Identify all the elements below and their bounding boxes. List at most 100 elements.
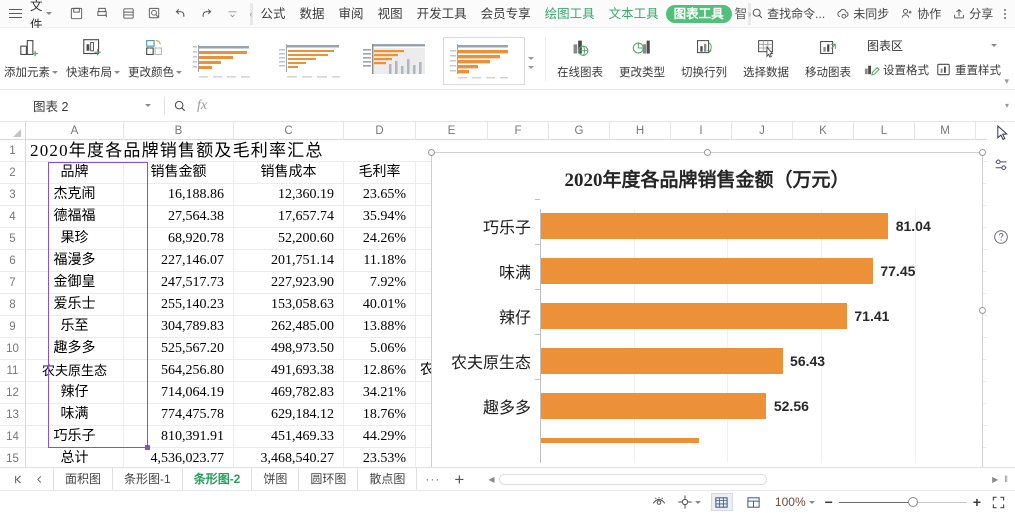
row-header[interactable]: 2	[0, 162, 26, 184]
tab-drawing-tools[interactable]: 绘图工具	[538, 0, 602, 28]
zoom-slider[interactable]: − +	[825, 495, 981, 509]
format-selection-button[interactable]: 设置格式	[863, 61, 929, 78]
cell-brand[interactable]: 爱乐士	[26, 294, 124, 316]
column-header-L[interactable]: L	[854, 122, 915, 140]
cell-margin[interactable]: 40.01%	[344, 294, 416, 316]
cell-margin[interactable]: 5.06%	[344, 338, 416, 360]
cell-brand-total[interactable]: 总计	[26, 448, 124, 467]
cell-cost[interactable]: 498,973.50	[234, 338, 344, 360]
header-cell-cost[interactable]: 销售成本	[234, 162, 344, 184]
chart-resize-handle[interactable]	[979, 149, 986, 156]
row-header[interactable]: 4	[0, 206, 26, 228]
redo-icon[interactable]	[194, 2, 219, 26]
move-chart-button[interactable]: 移动图表	[797, 31, 859, 87]
cell-brand[interactable]: 趣多多	[26, 338, 124, 360]
help-button[interactable]	[987, 220, 1015, 254]
cell-brand[interactable]: 福漫多	[26, 250, 124, 272]
cell-brand[interactable]: 农夫原生态	[26, 360, 124, 382]
chart-settings-button[interactable]	[987, 148, 1015, 182]
prev-sheet-icon[interactable]	[34, 473, 45, 486]
bar[interactable]	[541, 348, 783, 374]
cell-amount-total[interactable]: 4,536,023.77	[124, 448, 234, 467]
bar-row[interactable]: 农夫原生态 56.43	[451, 334, 966, 374]
row-header[interactable]: 13	[0, 404, 26, 426]
bar-row[interactable]: 巧乐子 81.04	[483, 199, 966, 239]
zoom-slider-track[interactable]	[838, 496, 967, 507]
bar-row-clipped[interactable]	[540, 438, 966, 464]
add-element-button[interactable]: 添加元素	[0, 31, 62, 87]
pan-tool-button[interactable]	[677, 494, 701, 510]
chart-plot-area[interactable]: 巧乐子 81.04 味满 77.45 辣仔 71.41 农夫原生态 56.43	[451, 199, 966, 464]
tabs-scroll-left-button[interactable]: ‹	[249, 2, 253, 25]
find-icon[interactable]	[142, 2, 167, 26]
row-header[interactable]: 6	[0, 250, 26, 272]
select-data-button[interactable]: 选择数据	[735, 31, 797, 87]
row-header[interactable]: 9	[0, 316, 26, 338]
chevron-down-icon[interactable]	[808, 500, 815, 504]
reset-style-button[interactable]: 重置样式	[935, 61, 1001, 78]
more-sheets-icon[interactable]: ···	[417, 472, 448, 486]
bar-row[interactable]: 辣仔 71.41	[499, 289, 966, 329]
column-header-B[interactable]: B	[124, 122, 234, 140]
chart-title[interactable]: 2020年度各品牌销售金额（万元）	[432, 165, 982, 192]
sheet-tab-bar-chart-2[interactable]: 条形图-2	[183, 467, 253, 491]
chart-object[interactable]: 2020年度各品牌销售金额（万元） 巧乐子 81.04 味满 77.45 辣仔 …	[428, 149, 986, 470]
chart-style-thumbnail[interactable]	[188, 37, 270, 85]
cell-cost[interactable]: 12,360.19	[234, 184, 344, 206]
chart-resize-handle[interactable]	[704, 149, 711, 156]
column-header-J[interactable]: J	[732, 122, 793, 140]
row-header[interactable]: 12	[0, 382, 26, 404]
bar[interactable]	[541, 213, 889, 239]
row-header[interactable]: 3	[0, 184, 26, 206]
sheet-tab-bar-chart-1[interactable]: 条形图-1	[113, 467, 183, 491]
collaborate-button[interactable]: 协作	[900, 5, 941, 22]
zoom-level-control[interactable]: 100%	[775, 495, 815, 509]
row-header[interactable]: 1	[0, 140, 26, 162]
column-header-F[interactable]: F	[488, 122, 549, 140]
header-cell-amount[interactable]: 销售金额	[124, 162, 234, 184]
cell-brand[interactable]: 杰克闹	[26, 184, 124, 206]
page-layout-view-button[interactable]	[743, 493, 765, 511]
undo-icon[interactable]	[168, 2, 193, 26]
row-header[interactable]: 14	[0, 426, 26, 448]
tab-formulas[interactable]: 公式	[254, 0, 293, 28]
cell-cost[interactable]: 227,923.90	[234, 272, 344, 294]
tab-data[interactable]: 数据	[293, 0, 332, 28]
cell-brand[interactable]: 金御皇	[26, 272, 124, 294]
cell-margin[interactable]: 35.94%	[344, 206, 416, 228]
scroll-right-icon[interactable]: ▶	[992, 475, 998, 484]
cell-margin[interactable]: 13.88%	[344, 316, 416, 338]
fx-icon[interactable]: fx	[197, 98, 207, 114]
gallery-scroll-buttons[interactable]	[528, 39, 540, 87]
eye-icon[interactable]	[651, 494, 667, 510]
share-button[interactable]: 分享	[952, 5, 993, 22]
customize-qat-icon[interactable]	[220, 2, 245, 26]
column-header-I[interactable]: I	[671, 122, 732, 140]
more-vertical-icon[interactable]	[1004, 8, 1007, 19]
bar[interactable]	[541, 438, 699, 443]
cell-cost[interactable]: 491,693.38	[234, 360, 344, 382]
cell-amount[interactable]: 227,146.07	[124, 250, 234, 272]
cell-cost[interactable]: 262,485.00	[234, 316, 344, 338]
zoom-slider-knob[interactable]	[907, 496, 918, 507]
search-icon[interactable]	[173, 99, 187, 113]
cell-cost[interactable]: 52,200.60	[234, 228, 344, 250]
chart-resize-handle[interactable]	[428, 149, 435, 156]
chevron-down-icon[interactable]	[145, 104, 151, 107]
cell-cost[interactable]: 201,751.14	[234, 250, 344, 272]
header-cell-brand[interactable]: 品牌	[26, 162, 124, 184]
chevron-down-icon[interactable]	[694, 500, 701, 504]
sync-status-button[interactable]: 未同步	[836, 5, 889, 22]
sheet-title-cell[interactable]: 2020年度各品牌销售额及毛利率汇总	[30, 140, 324, 162]
change-colors-button[interactable]: 更改颜色	[124, 31, 186, 87]
cell-amount[interactable]: 810,391.91	[124, 426, 234, 448]
bar[interactable]	[541, 258, 873, 284]
tab-chart-tools[interactable]: 图表工具	[665, 4, 732, 23]
chart-resize-handle[interactable]	[979, 307, 986, 314]
cell-brand[interactable]: 味满	[26, 404, 124, 426]
cell-margin[interactable]: 11.18%	[344, 250, 416, 272]
cell-margin-total[interactable]: 23.53%	[344, 448, 416, 467]
bar[interactable]	[541, 393, 767, 419]
row-header[interactable]: 11	[0, 360, 26, 382]
save-icon[interactable]	[64, 2, 89, 26]
